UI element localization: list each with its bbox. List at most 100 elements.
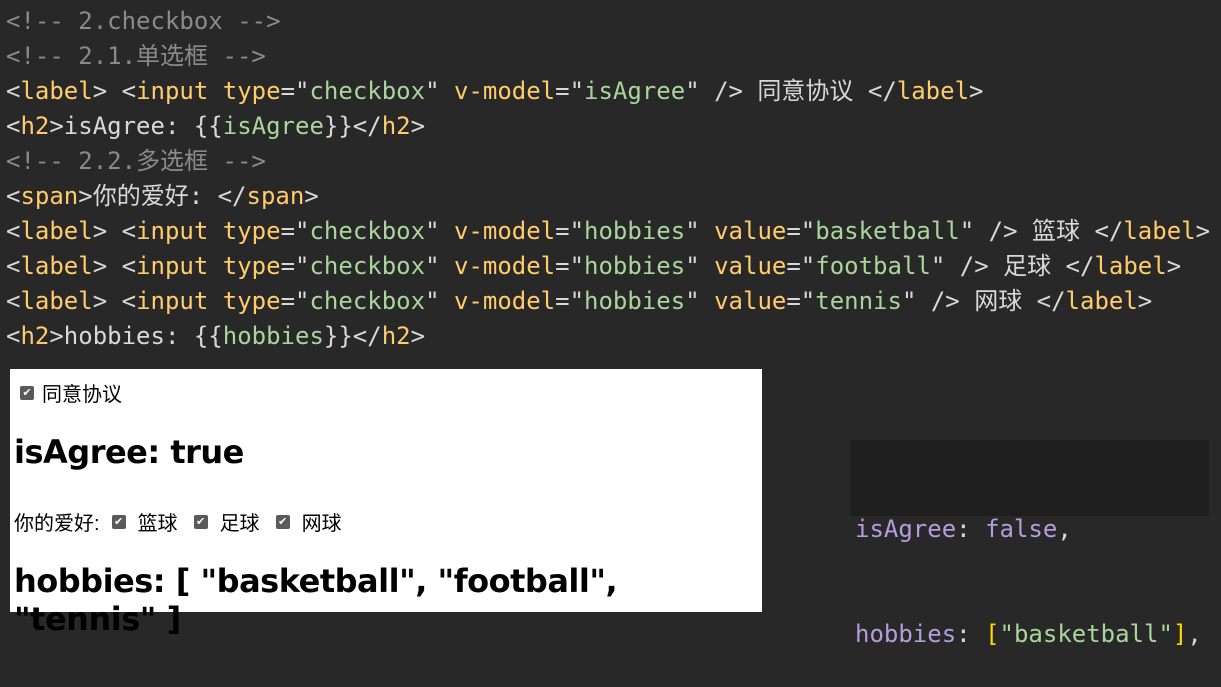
agree-checkbox[interactable]: ✔: [20, 385, 34, 400]
code-token: <: [6, 217, 21, 245]
code-token: input: [136, 217, 209, 245]
code-token: input: [136, 287, 209, 315]
tooltip-key: isAgree: [855, 515, 957, 543]
code-token: > <: [92, 287, 137, 315]
code-token: type: [222, 217, 281, 245]
code-token: " /> 篮球 </: [959, 217, 1124, 245]
code-token: span: [20, 182, 79, 210]
code-token: label: [896, 77, 970, 105]
code-token: type: [222, 287, 281, 315]
code-token: <: [6, 77, 21, 105]
code-token: label: [20, 77, 93, 105]
tooltip-bracket-close: ]: [1172, 620, 1188, 648]
code-token: <: [6, 287, 21, 315]
rendered-preview: ✔ 同意协议 isAgree: true 你的爱好: ✔ 篮球 ✔ 足球 ✔ 网…: [10, 369, 762, 638]
code-token: =": [280, 77, 310, 105]
code-token: > <: [92, 77, 137, 105]
code-token: >isAgree: {{: [49, 112, 223, 140]
tooltip-comma: ,: [1057, 515, 1072, 543]
code-token: }}</: [323, 322, 382, 350]
code-token: hobbies: [584, 252, 686, 280]
code-token: ": [685, 252, 715, 280]
basketball-label: 篮球: [137, 513, 178, 535]
code-token: >: [1166, 252, 1182, 280]
code-line: <!-- 2.1.单选框 -->: [6, 39, 1210, 74]
code-token: input: [136, 252, 209, 280]
code-token: span: [246, 182, 305, 210]
code-token: >: [1195, 217, 1211, 245]
code-token: value: [714, 217, 787, 245]
code-line: <h2>hobbies: {{hobbies}}</h2>: [6, 319, 1210, 354]
code-line: <!-- 2.2.多选框 -->: [6, 144, 1210, 179]
code-token: ": [425, 252, 454, 280]
tooltip-key: hobbies: [855, 620, 957, 648]
code-token: checkbox: [309, 252, 426, 280]
code-token: checkbox: [309, 77, 426, 105]
code-token: h2: [381, 112, 411, 140]
football-checkbox[interactable]: ✔: [193, 514, 208, 529]
code-token: ": [425, 287, 454, 315]
code-token: >: [1137, 287, 1153, 315]
code-token: =": [555, 252, 585, 280]
code-token: }}</: [323, 112, 382, 140]
tooltip-sep: :: [956, 620, 986, 648]
code-token: basketball: [815, 217, 960, 245]
basketball-checkbox[interactable]: ✔: [111, 514, 126, 529]
is-agree-heading: isAgree: true: [14, 433, 244, 471]
code-token: > <: [92, 217, 137, 245]
code-token: " /> 足球 </: [930, 252, 1095, 280]
code-token: value: [714, 287, 787, 315]
code-token: =": [786, 217, 816, 245]
code-token: > <: [92, 252, 137, 280]
hobby-option-basketball[interactable]: ✔ 篮球: [111, 507, 178, 536]
code-token: label: [1123, 217, 1196, 245]
code-line: <!-- 2.checkbox -->: [6, 4, 1210, 39]
code-token: value: [714, 252, 787, 280]
code-token: <!-- 2.checkbox -->: [6, 7, 281, 35]
tooltip-comma: ,: [1187, 620, 1202, 648]
code-token: v-model: [453, 77, 556, 105]
code-token: <: [6, 112, 21, 140]
code-token: checkbox: [309, 217, 426, 245]
code-token: <!-- 2.2.多选框 -->: [6, 147, 266, 175]
agree-label-text: 同意协议: [42, 384, 122, 406]
hobby-option-tennis[interactable]: ✔ 网球: [275, 507, 342, 536]
code-token: =": [555, 287, 585, 315]
code-editor: <!-- 2.checkbox --> <!-- 2.1.单选框 --> <labe…: [6, 4, 1210, 354]
code-token: >: [969, 77, 984, 105]
code-line: <label> <input type="checkbox" v-model="…: [6, 284, 1210, 319]
football-label: 足球: [219, 513, 260, 535]
code-token: ": [685, 217, 715, 245]
hobby-option-football[interactable]: ✔ 足球: [193, 507, 260, 536]
tennis-checkbox[interactable]: ✔: [275, 514, 290, 529]
code-token: isAgree: [222, 112, 324, 140]
code-token: >: [410, 112, 426, 140]
hobby-prompt: 你的爱好:: [14, 513, 100, 535]
code-token: label: [20, 287, 93, 315]
code-token: hobbies: [222, 322, 324, 350]
code-token: h2: [381, 322, 411, 350]
code-token: type: [222, 252, 281, 280]
code-token: label: [20, 217, 93, 245]
code-token: h2: [20, 112, 50, 140]
code-line: <h2>isAgree: {{isAgree}}</h2>: [6, 109, 1210, 144]
code-line: <span>你的爱好: </span>: [6, 179, 1210, 214]
code-token: v-model: [453, 217, 556, 245]
code-token: >: [304, 182, 319, 210]
code-token: <: [6, 182, 21, 210]
code-token: >: [410, 322, 426, 350]
code-token: =": [280, 252, 310, 280]
code-token: label: [1094, 252, 1167, 280]
code-token: type: [222, 77, 281, 105]
data-tooltip: isAgree: false, hobbies: ["basketball"],: [851, 440, 1209, 648]
code-token: =": [555, 217, 585, 245]
code-token: >hobbies: {{: [49, 322, 223, 350]
code-token: hobbies: [584, 217, 686, 245]
code-token: label: [20, 252, 93, 280]
agree-checkbox-label[interactable]: ✔ 同意协议: [20, 378, 122, 407]
code-token: checkbox: [309, 287, 426, 315]
